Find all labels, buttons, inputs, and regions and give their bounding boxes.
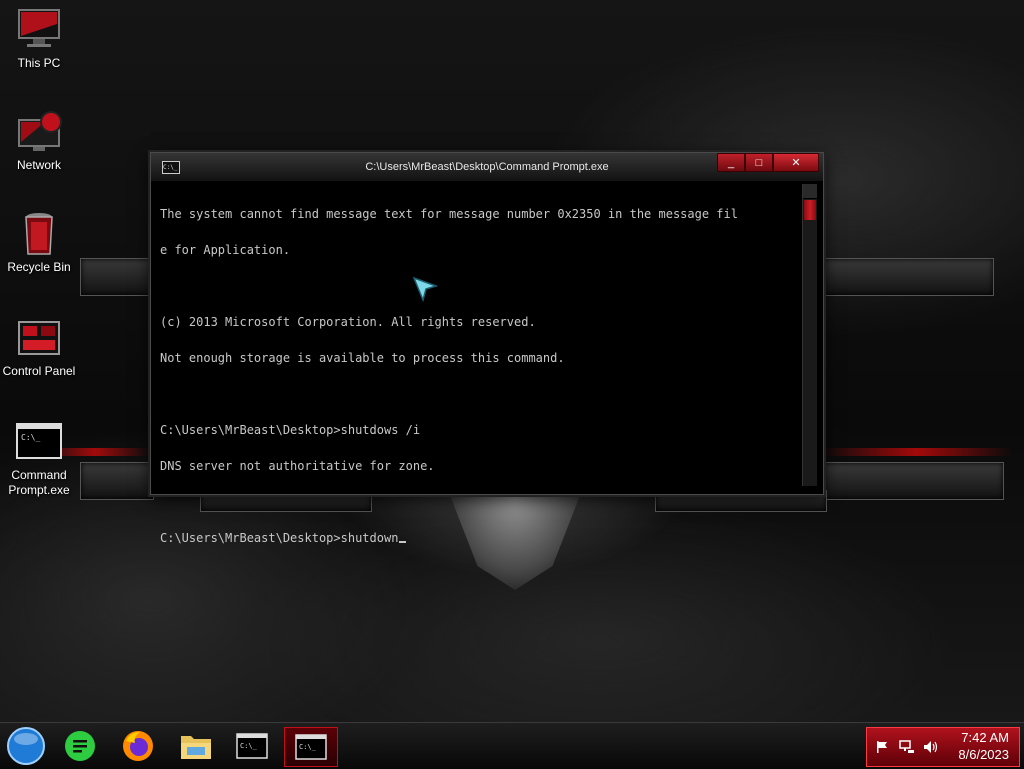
wallpaper-wing-right-bottom [822, 462, 1004, 500]
taskbar: C:\_ C:\_ 7:42 AM 8/6/2023 [0, 722, 1024, 769]
clock[interactable]: 7:42 AM 8/6/2023 [958, 729, 1009, 763]
console-line: DNS server not authoritative for zone. [160, 459, 435, 473]
maximize-button[interactable]: □ [745, 153, 773, 172]
taskbar-icon-text: C:\_ [299, 743, 317, 751]
window-controls: _ □ ✕ [717, 153, 819, 172]
close-button[interactable]: ✕ [773, 153, 819, 172]
command-prompt-icon: C:\_ [15, 420, 63, 464]
desktop-icon-label: Command Prompt.exe [8, 468, 70, 497]
firefox-icon [123, 731, 153, 761]
console-line: Not enough storage is available to proce… [160, 351, 565, 365]
console-output[interactable]: The system cannot find message text for … [160, 184, 801, 544]
taskbar-file-explorer[interactable] [170, 727, 222, 765]
recycle-bin-icon [15, 212, 63, 256]
mouse-pointer-icon [412, 276, 439, 307]
desktop-icon-label: This PC [17, 56, 61, 70]
desktop-icon-recycle-bin[interactable]: Recycle Bin [2, 212, 76, 275]
taskbar-firefox[interactable] [112, 727, 164, 765]
wallpaper-wing-left-bottom [80, 462, 154, 500]
start-orb-icon [7, 727, 45, 765]
desktop-icon-command-prompt[interactable]: C:\_ Command Prompt.exe [2, 420, 76, 498]
command-prompt-icon: C:\_ [236, 733, 268, 759]
command-prompt-window[interactable]: C:\_ C:\Users\MrBeast\Desktop\Command Pr… [150, 152, 824, 544]
taskbar-icon-text: C:\_ [240, 742, 258, 750]
text-cursor [399, 541, 407, 543]
start-button[interactable] [0, 727, 52, 765]
console-prompt-text: C:\Users\MrBeast\Desktop>shutdown [160, 531, 399, 545]
desktop-icon-label: Network [16, 158, 61, 172]
flag-icon[interactable] [875, 740, 889, 757]
desktop-icon-label: Recycle Bin [7, 260, 71, 274]
console-line: C:\Users\MrBeast\Desktop>shutdows /i [160, 423, 421, 437]
desktop-icon-label: Control Panel [2, 364, 76, 378]
folder-icon [181, 736, 211, 759]
taskbar-command-prompt[interactable]: C:\_ [226, 727, 278, 765]
system-tray: 7:42 AM 8/6/2023 [866, 727, 1020, 767]
wallpaper-wing-left-top [80, 258, 154, 296]
notes-app-icon [65, 731, 95, 761]
clock-date: 8/6/2023 [958, 747, 1009, 762]
network-icon[interactable] [899, 740, 915, 757]
scroll-up-button[interactable] [803, 184, 817, 199]
console-line: e for Application. [160, 243, 291, 257]
desktop-icon-control-panel[interactable]: Control Panel [2, 316, 76, 379]
computer-icon [15, 8, 63, 52]
control-panel-icon [15, 316, 63, 360]
desktop-icon-network[interactable]: Network [2, 110, 76, 173]
console-line: (c) 2013 Microsoft Corporation. All righ… [160, 315, 536, 329]
wallpaper-red-glow [822, 448, 1012, 456]
scroll-thumb[interactable] [804, 200, 816, 220]
vertical-scrollbar[interactable] [802, 184, 817, 486]
volume-icon[interactable] [923, 740, 939, 757]
taskbar-notes-app[interactable] [54, 727, 106, 765]
minimize-button[interactable]: _ [717, 153, 745, 172]
taskbar-command-prompt-active[interactable]: C:\_ [284, 727, 338, 767]
window-titlebar[interactable]: C:\_ C:\Users\MrBeast\Desktop\Command Pr… [151, 153, 823, 182]
desktop-icon-this-pc[interactable]: This PC [2, 8, 76, 71]
network-icon [15, 110, 63, 154]
wallpaper-wing-right-top [822, 258, 994, 296]
svg-text:C:\_: C:\_ [21, 433, 40, 442]
command-prompt-icon: C:\_ [295, 734, 327, 760]
console-line: The system cannot find message text for … [160, 207, 738, 221]
clock-time: 7:42 AM [961, 730, 1009, 745]
console-input-line[interactable]: C:\Users\MrBeast\Desktop>shutdown [160, 532, 801, 544]
